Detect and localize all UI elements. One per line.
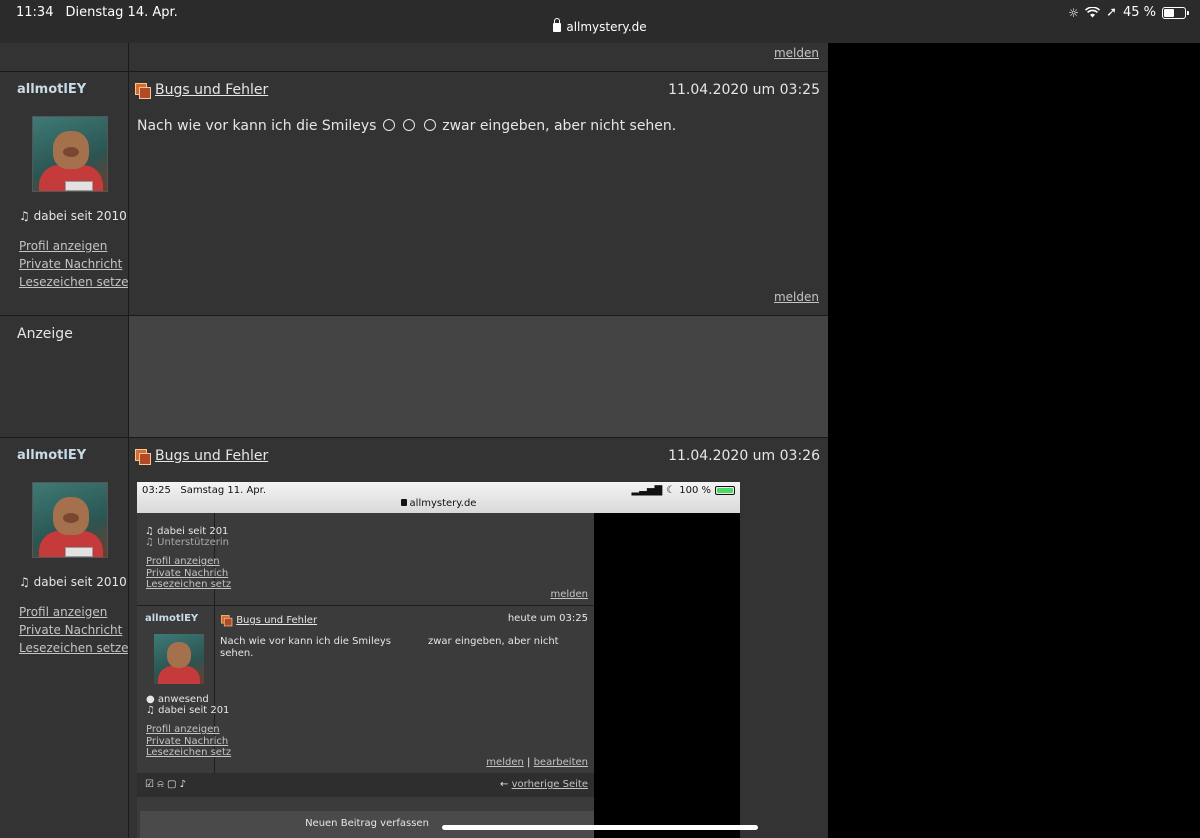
report-link: melden	[550, 589, 588, 600]
post: allmotlEY ♫ dabei seit 2010 Profil anzei…	[0, 437, 828, 838]
avatar	[154, 634, 204, 684]
forum-page: melden allmotlEY ♫ dabei seit 2010 Profi…	[0, 43, 828, 838]
device-status-bar: 11:34 Dienstag 14. Apr. allmystery.de ☼ ➚…	[0, 0, 1200, 43]
post-text: Nach wie vor kann ich die Smileys zwar e…	[137, 118, 677, 134]
status-icons: ☼ ➚ 45 %	[1068, 5, 1189, 20]
ad-row: Anzeige	[0, 315, 828, 437]
thread-tool-icons: ☑ ⍾ ▢ ♪	[145, 779, 186, 790]
bookmark-link[interactable]: Lesezeichen setzen	[19, 273, 136, 291]
username: allmotlEY	[145, 613, 199, 624]
bookmark-link[interactable]: Lesezeichen setzen	[19, 639, 136, 657]
post-timestamp: 11.04.2020 um 03:26	[668, 448, 820, 464]
activity-spinner-icon: ☼	[1068, 5, 1080, 20]
embedded-forum-page: ♫ dabei seit 201 ♫ Unterstützerin Profil…	[137, 513, 594, 838]
location-arrow-icon: ➚	[1106, 5, 1117, 20]
battery-icon	[715, 486, 735, 495]
profile-link: Profil anzeigen	[146, 724, 220, 735]
embedded-thread-footer: ☑ ⍾ ▢ ♪ ← vorherige Seite	[137, 773, 594, 797]
profile-link[interactable]: Profil anzeigen	[19, 237, 136, 255]
moon-icon: ☾	[666, 485, 676, 496]
home-indicator[interactable]	[442, 825, 758, 830]
private-message-link[interactable]: Private Nachricht	[19, 255, 136, 273]
bookmark-link: Lesezeichen setz	[146, 579, 232, 590]
topic-icon	[135, 449, 151, 465]
status-time: 11:34	[16, 5, 54, 20]
post-topic: Bugs und Fehler	[135, 82, 268, 99]
bookmark-link: Lesezeichen setz	[146, 747, 232, 758]
smiley-icon	[382, 119, 395, 131]
post-body: Bugs und Fehler 11.04.2020 um 03:26 03:2…	[129, 438, 828, 838]
post-timestamp: 11.04.2020 um 03:25	[668, 82, 820, 98]
avatar[interactable]	[32, 482, 108, 558]
status-date: Dienstag 14. Apr.	[65, 5, 178, 20]
signal-icon: ▂▃▅▇	[631, 485, 663, 496]
post-author-panel: allmotlEY ♫ dabei seit 2010 Profil anzei…	[9, 438, 136, 838]
report-link[interactable]: melden	[774, 290, 819, 304]
previous-post-tail: melden	[0, 43, 828, 71]
battery-icon	[1162, 6, 1189, 19]
report-link[interactable]: melden	[774, 46, 819, 60]
arrow-left-icon: ←	[500, 779, 509, 790]
topic-link[interactable]: Bugs und Fehler	[155, 448, 268, 464]
member-since-icon: ♫	[19, 209, 30, 223]
username[interactable]: allmotlEY	[17, 82, 86, 97]
address-bar[interactable]: allmystery.de	[0, 18, 1200, 34]
smiley-icon	[403, 119, 416, 131]
member-since: ♫ dabei seit 2010	[19, 209, 127, 223]
post: allmotlEY ♫ dabei seit 2010 Profil anzei…	[0, 71, 828, 315]
member-since: ♫ dabei seit 2010	[19, 575, 127, 589]
private-message-link[interactable]: Private Nachricht	[19, 621, 136, 639]
ad-label: Anzeige	[17, 326, 73, 342]
clock: 11:34 Dienstag 14. Apr.	[16, 5, 178, 20]
topic-icon	[135, 83, 151, 99]
lock-icon	[553, 18, 562, 32]
post-topic: Bugs und Fehler	[135, 448, 268, 465]
topic-icon	[221, 615, 233, 627]
topic-link[interactable]: Bugs und Fehler	[155, 82, 268, 98]
battery-percent: 45 %	[1122, 5, 1156, 20]
username[interactable]: allmotlEY	[17, 448, 86, 463]
profile-link[interactable]: Profil anzeigen	[19, 603, 136, 621]
lock-icon	[400, 499, 407, 506]
user-actions: Profil anzeigen Private Nachricht Leseze…	[19, 237, 136, 291]
member-since-icon: ♫	[19, 575, 30, 589]
user-actions: Profil anzeigen Private Nachricht Leseze…	[19, 603, 136, 657]
smiley-icon	[423, 119, 436, 131]
presence-dot-icon: ●	[146, 694, 155, 705]
embedded-status-bar: 03:25 Samstag 11. Apr. allmystery.de ▂▃▅…	[137, 482, 740, 513]
wifi-icon	[1085, 7, 1101, 18]
private-message-link: Private Nachrich	[146, 736, 229, 747]
avatar[interactable]	[32, 116, 108, 192]
url-text: allmystery.de	[566, 20, 647, 34]
ad-slot	[129, 316, 828, 437]
post-author-panel: allmotlEY ♫ dabei seit 2010 Profil anzei…	[9, 72, 136, 315]
attached-screenshot[interactable]: 03:25 Samstag 11. Apr. allmystery.de ▂▃▅…	[137, 482, 740, 838]
profile-link: Profil anzeigen	[146, 556, 220, 567]
post-body: Bugs und Fehler 11.04.2020 um 03:25 Nach…	[129, 72, 828, 315]
private-message-link: Private Nachrich	[146, 568, 229, 579]
